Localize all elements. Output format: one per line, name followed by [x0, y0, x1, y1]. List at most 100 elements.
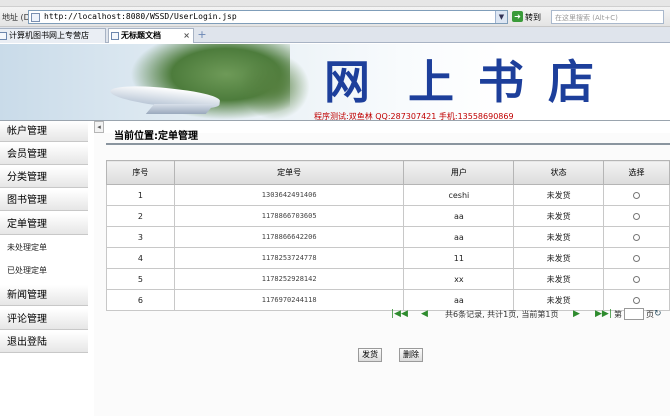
select-radio[interactable]	[633, 191, 641, 199]
column-header: 状态	[513, 160, 605, 185]
site-title-char: 上	[408, 55, 454, 109]
browser-search-input[interactable]: 在这里搜索 (Alt+C)	[551, 10, 664, 24]
new-tab-icon[interactable]: +	[196, 29, 208, 41]
cell-order-number: 1178252928142	[173, 268, 405, 290]
page-icon	[0, 32, 7, 40]
cell-status: 未发货	[513, 184, 605, 206]
go-button[interactable]: ➜ 转到	[512, 11, 541, 24]
cell-select	[603, 268, 670, 290]
cell-order-number: 1178866703605	[173, 205, 405, 227]
cell-user: ceshi	[403, 184, 515, 206]
goto-suffix: 页	[646, 310, 654, 319]
cell-index: 4	[106, 247, 175, 269]
sidebar-subitem-processed-orders[interactable]: 已处理定单	[0, 261, 88, 281]
cell-order-number: 1178866642206	[173, 226, 405, 248]
collapse-sidebar-icon[interactable]: ◂	[94, 121, 104, 133]
delete-button[interactable]: 删除	[399, 348, 423, 362]
cell-select	[603, 205, 670, 227]
cell-order-number: 1303642491406	[173, 184, 405, 206]
cell-index: 6	[106, 289, 175, 311]
url-text: http://localhost:8080/WSSD/UserLogin.jsp	[44, 12, 237, 21]
last-page-icon[interactable]: ▶▶|	[595, 310, 612, 319]
select-radio[interactable]	[633, 212, 641, 220]
sidebar-item-news[interactable]: 新闻管理	[0, 285, 88, 306]
site-title-char: 店	[548, 55, 594, 109]
site-title-char: 书	[478, 55, 524, 109]
sidebar-item-books[interactable]: 图书管理	[0, 190, 88, 211]
cell-index: 3	[106, 226, 175, 248]
cell-status: 未发货	[513, 289, 605, 311]
cell-user: aa	[403, 205, 515, 227]
table-row: 3 1178866642206 aa 未发货	[106, 226, 670, 248]
select-radio[interactable]	[633, 233, 641, 241]
column-header: 用户	[403, 160, 515, 185]
cell-status: 未发货	[513, 205, 605, 227]
next-page-icon[interactable]: ▶	[573, 310, 580, 319]
tab-bar: 计算机图书网上专营店 无标题文档 × +	[0, 27, 670, 43]
breadcrumb: 当前位置:定单管理	[114, 131, 198, 142]
site-title-char: 网	[324, 55, 370, 109]
cell-index: 5	[106, 268, 175, 290]
sidebar-item-comments[interactable]: 评论管理	[0, 309, 88, 330]
cell-order-number: 1178253724778	[173, 247, 405, 269]
url-field[interactable]: http://localhost:8080/WSSD/UserLogin.jsp…	[28, 10, 508, 24]
cell-select	[603, 247, 670, 269]
cell-index: 1	[106, 184, 175, 206]
table-header-row: 序号 定单号 用户 状态 选择	[106, 160, 670, 185]
tab-untitled[interactable]: 无标题文档 ×	[108, 28, 194, 43]
column-header: 选择	[603, 160, 670, 185]
ship-button[interactable]: 发货	[358, 348, 382, 362]
cell-status: 未发货	[513, 226, 605, 248]
site-banner: 网 上 书 店 程序测试:双鱼林 QQ:287307421 手机:1355869…	[0, 44, 670, 120]
tab-label: 无标题文档	[121, 31, 161, 40]
divider	[106, 143, 670, 145]
cell-user: aa	[403, 289, 515, 311]
first-page-icon[interactable]: |◀◀	[391, 310, 408, 319]
cell-user: 11	[403, 247, 515, 269]
close-icon[interactable]: ×	[183, 29, 190, 43]
airplane-wing	[145, 104, 215, 114]
cell-user: xx	[403, 268, 515, 290]
cell-status: 未发货	[513, 247, 605, 269]
cell-order-number: 1176970244118	[173, 289, 405, 311]
cell-status: 未发货	[513, 268, 605, 290]
cell-select	[603, 226, 670, 248]
table-row: 4 1178253724778 11 未发货	[106, 247, 670, 269]
cell-index: 2	[106, 205, 175, 227]
select-radio[interactable]	[633, 254, 641, 262]
banner-trees	[240, 54, 310, 120]
column-header: 定单号	[173, 160, 405, 185]
table-row: 2 1178866703605 aa 未发货	[106, 205, 670, 227]
orders-table: 序号 定单号 用户 状态 选择 1 1303642491406 ceshi 未发…	[106, 160, 670, 311]
tab-label: 计算机图书网上专营店	[9, 31, 89, 40]
sidebar-item-orders[interactable]: 定单管理	[0, 214, 88, 235]
pagination-summary: 共6条记录, 共计1页, 当前第1页	[445, 310, 559, 319]
table-row: 1 1303642491406 ceshi 未发货	[106, 184, 670, 206]
page-icon	[31, 13, 40, 22]
page-number-input[interactable]	[624, 308, 644, 320]
previous-page-icon[interactable]: ◀	[421, 310, 428, 319]
sidebar-item-categories[interactable]: 分类管理	[0, 167, 88, 188]
goto-prefix: 第	[614, 310, 622, 319]
select-radio[interactable]	[633, 296, 641, 304]
sidebar-subitem-unprocessed-orders[interactable]: 未处理定单	[0, 238, 88, 258]
browser-toolbar-strip	[0, 0, 670, 7]
tab-bookstore[interactable]: 计算机图书网上专营店	[0, 28, 106, 43]
chevron-down-icon[interactable]: ▼	[495, 11, 507, 23]
page-icon	[111, 32, 119, 40]
select-radio[interactable]	[633, 275, 641, 283]
table-row: 5 1178252928142 xx 未发货	[106, 268, 670, 290]
cell-user: aa	[403, 226, 515, 248]
table-row: 6 1176970244118 aa 未发货	[106, 289, 670, 311]
go-arrow-icon: ➜	[512, 11, 523, 22]
sidebar-item-accounts[interactable]: 帐户管理	[0, 121, 88, 142]
refresh-icon[interactable]: ↻	[654, 310, 662, 319]
sidebar-item-logout[interactable]: 退出登陆	[0, 332, 88, 353]
sidebar-item-members[interactable]: 会员管理	[0, 144, 88, 165]
go-label: 转到	[525, 13, 541, 22]
contact-info: 程序测试:双鱼林 QQ:287307421 手机:13558690869	[314, 112, 514, 120]
sidebar: 帐户管理 会员管理 分类管理 图书管理 定单管理 未处理定单 已处理定单 新闻管…	[0, 121, 88, 416]
column-header: 序号	[106, 160, 175, 185]
address-bar: 地址 (D) http://localhost:8080/WSSD/UserLo…	[0, 7, 670, 27]
cell-select	[603, 184, 670, 206]
